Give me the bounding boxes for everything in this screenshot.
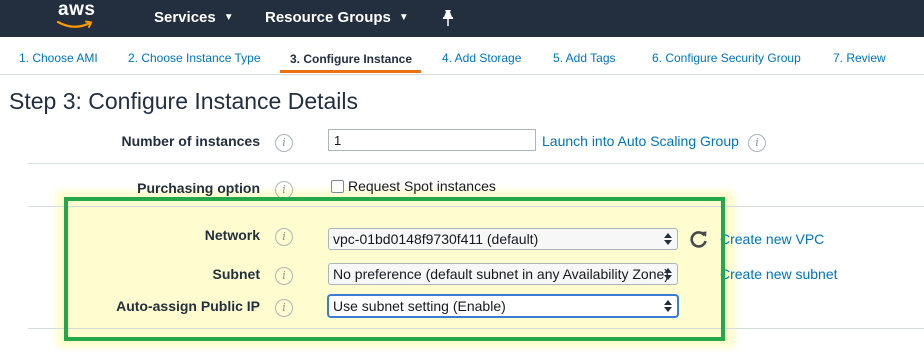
step-add-storage[interactable]: 4. Add Storage	[442, 51, 521, 65]
aws-smile-icon	[56, 20, 93, 28]
aws-logo[interactable]: aws	[54, 0, 114, 37]
info-icon[interactable]: i	[748, 134, 766, 152]
page-title: Step 3: Configure Instance Details	[9, 88, 359, 114]
pin-icon[interactable]	[440, 9, 456, 27]
resource-groups-menu[interactable]: Resource Groups ▼	[265, 9, 409, 26]
active-step-indicator	[280, 70, 421, 73]
step-review[interactable]: 7. Review	[833, 51, 886, 65]
launch-auto-scaling-link[interactable]: Launch into Auto Scaling Group	[542, 133, 739, 149]
create-new-subnet-link[interactable]: Create new subnet	[720, 266, 838, 282]
info-icon[interactable]: i	[275, 134, 293, 152]
resource-groups-menu-label: Resource Groups	[265, 9, 391, 26]
step-add-tags[interactable]: 5. Add Tags	[553, 51, 616, 65]
create-new-vpc-link[interactable]: Create new VPC	[720, 231, 824, 247]
number-of-instances-label: Number of instances	[121, 133, 260, 149]
highlight-box	[64, 197, 725, 341]
aws-logo-text: aws	[58, 0, 96, 20]
services-menu-label: Services	[154, 9, 216, 26]
section-divider	[28, 163, 924, 164]
step-choose-ami[interactable]: 1. Choose AMI	[19, 51, 98, 65]
step-configure-instance[interactable]: 3. Configure Instance	[290, 52, 412, 66]
services-menu[interactable]: Services ▼	[154, 9, 234, 26]
step-configure-security-group[interactable]: 6. Configure Security Group	[652, 51, 801, 65]
chevron-down-icon: ▼	[223, 12, 234, 23]
purchasing-option-label: Purchasing option	[137, 180, 260, 196]
number-of-instances-input[interactable]	[328, 129, 536, 151]
top-navigation-bar: aws Services ▼ Resource Groups ▼	[0, 0, 924, 37]
chevron-down-icon: ▼	[398, 12, 409, 23]
request-spot-instances-label: Request Spot instances	[348, 178, 496, 194]
step-choose-instance-type[interactable]: 2. Choose Instance Type	[128, 51, 261, 65]
request-spot-instances-checkbox[interactable]	[331, 180, 344, 193]
wizard-steps: 1. Choose AMI 2. Choose Instance Type 3.…	[0, 37, 924, 75]
